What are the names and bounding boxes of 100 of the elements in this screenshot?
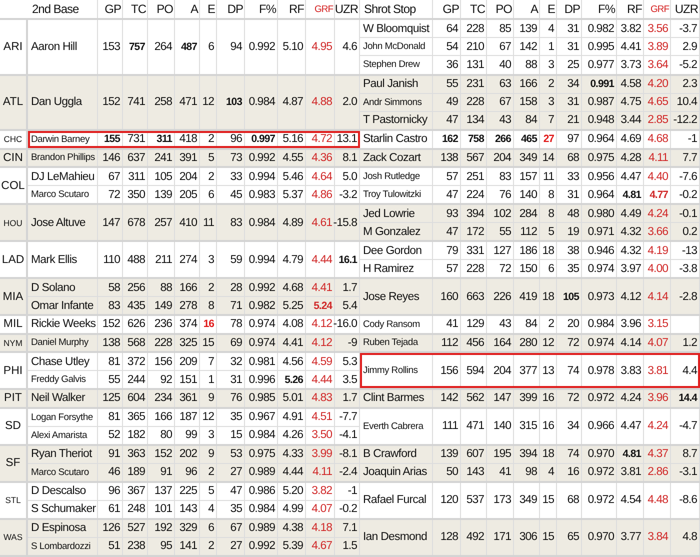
stat-value: 0.984 bbox=[248, 96, 275, 108]
stat-value: 4 bbox=[548, 22, 554, 35]
column-header: A bbox=[530, 2, 538, 16]
stat-value: 4.41 bbox=[312, 282, 332, 294]
player-name: Jed Lowrie bbox=[363, 208, 415, 220]
stat-value: 125 bbox=[102, 392, 120, 404]
stat-value: 50 bbox=[446, 466, 458, 478]
stat-value: 0.996 bbox=[248, 374, 275, 386]
stat-value: 7 bbox=[208, 356, 214, 368]
player-name: W Bloomquist bbox=[363, 22, 430, 35]
stat-value: 492 bbox=[466, 531, 484, 543]
stat-value: 236 bbox=[154, 318, 172, 330]
stat-value: 315 bbox=[519, 420, 537, 432]
stat-value: 2.9 bbox=[682, 40, 697, 53]
stat-value: 3.82 bbox=[620, 22, 641, 35]
stat-value: 182 bbox=[127, 429, 145, 441]
stat-value: 94 bbox=[230, 40, 242, 53]
stat-value: -3.1 bbox=[679, 466, 697, 478]
stat-value: 34 bbox=[567, 78, 579, 90]
stat-value: 85 bbox=[499, 22, 511, 35]
stat-value: 209 bbox=[179, 356, 197, 368]
stat-value: 11 bbox=[203, 216, 214, 228]
stat-value: 266 bbox=[494, 133, 511, 146]
stat-value: 4.24 bbox=[620, 392, 641, 404]
stat-value: 410 bbox=[179, 216, 197, 228]
stat-value: 139 bbox=[154, 188, 172, 200]
stat-value: 0.981 bbox=[248, 356, 275, 368]
stat-value: 186 bbox=[519, 244, 537, 256]
player-name: Stephen Drew bbox=[363, 59, 420, 70]
stat-value: 4.14 bbox=[620, 336, 641, 349]
stat-value: 731 bbox=[127, 133, 145, 146]
player-name: D Espinosa bbox=[31, 522, 86, 534]
stat-value: 419 bbox=[519, 290, 537, 302]
stat-value: 0.970 bbox=[588, 531, 614, 543]
stat-value: -2.8 bbox=[679, 290, 697, 302]
stat-value: 2.85 bbox=[648, 114, 668, 126]
stat-value: 12 bbox=[542, 336, 554, 349]
stat-value: 74 bbox=[567, 364, 579, 376]
stat-value: 20 bbox=[567, 318, 579, 330]
column-header: GRF bbox=[314, 4, 333, 14]
stat-value: 141 bbox=[179, 540, 197, 552]
stat-value: 3.99 bbox=[312, 448, 332, 460]
stat-value: 1.7 bbox=[342, 392, 357, 404]
stat-value: 83 bbox=[108, 300, 120, 312]
stat-value: 16.1 bbox=[338, 254, 357, 266]
stat-value: -5.2 bbox=[679, 58, 697, 71]
stat-value: 311 bbox=[156, 133, 172, 146]
stat-value: 18 bbox=[542, 448, 554, 460]
stat-value: 0.972 bbox=[588, 494, 614, 506]
stat-value: 0.992 bbox=[248, 40, 275, 53]
stat-value: 67 bbox=[499, 40, 511, 53]
stat-value: 68 bbox=[567, 152, 579, 164]
stat-value: 105 bbox=[562, 290, 579, 302]
stat-value: 0.984 bbox=[248, 429, 275, 441]
column-header: F% bbox=[598, 2, 615, 16]
stat-value: 210 bbox=[466, 40, 484, 53]
stat-value: 264 bbox=[154, 40, 172, 53]
stat-value: 4.88 bbox=[312, 96, 332, 108]
stat-value: 8.1 bbox=[342, 152, 357, 164]
stat-value: 149 bbox=[154, 300, 172, 312]
stat-value: 637 bbox=[127, 152, 145, 164]
stat-value: 228 bbox=[466, 96, 484, 108]
stat-value: 9 bbox=[208, 392, 214, 404]
stat-value: 9 bbox=[208, 448, 214, 460]
stat-value: 349 bbox=[519, 152, 537, 164]
stat-value: 234 bbox=[154, 392, 172, 404]
stat-value: 15 bbox=[230, 429, 242, 441]
stat-value: 16 bbox=[542, 392, 554, 404]
stat-value: 2.0 bbox=[342, 96, 357, 108]
stat-value: 0.966 bbox=[588, 420, 614, 432]
stat-value: -15.8 bbox=[333, 216, 357, 228]
stat-value: 5.26 bbox=[284, 374, 303, 386]
stat-value: 195 bbox=[493, 448, 511, 460]
stat-value: 31 bbox=[567, 22, 579, 35]
player-name: Jimmy Rollins bbox=[363, 365, 418, 376]
stat-value: 143 bbox=[466, 466, 484, 478]
stat-value: 306 bbox=[519, 531, 537, 543]
stat-value: 418 bbox=[179, 133, 197, 146]
stat-value: 111 bbox=[442, 420, 458, 432]
stat-value: 156 bbox=[154, 356, 172, 368]
team-label: ARI bbox=[3, 40, 23, 53]
stat-value: 350 bbox=[127, 188, 145, 200]
stat-value: 4.72 bbox=[312, 133, 332, 146]
player-name: Josh Rutledge bbox=[363, 171, 420, 182]
stat-value: 5 bbox=[208, 485, 214, 497]
stat-value: 224 bbox=[466, 188, 484, 200]
stat-value: 251 bbox=[466, 170, 484, 182]
stat-value: 0.982 bbox=[588, 22, 614, 35]
stat-value: 4.8 bbox=[682, 531, 697, 543]
stat-value: 4.20 bbox=[648, 78, 668, 90]
stat-value: 166 bbox=[179, 282, 197, 294]
stat-value: -13 bbox=[682, 244, 697, 256]
team-label: WAS bbox=[3, 532, 23, 542]
stat-value: 7 bbox=[548, 114, 554, 126]
player-name: Marco Scutaro bbox=[31, 466, 89, 478]
stat-value: 13 bbox=[542, 364, 554, 376]
stat-value: 6 bbox=[208, 40, 214, 53]
stat-value: 2 bbox=[208, 282, 214, 294]
stat-value: 4.11 bbox=[312, 466, 332, 478]
team-label: PIT bbox=[4, 392, 22, 404]
